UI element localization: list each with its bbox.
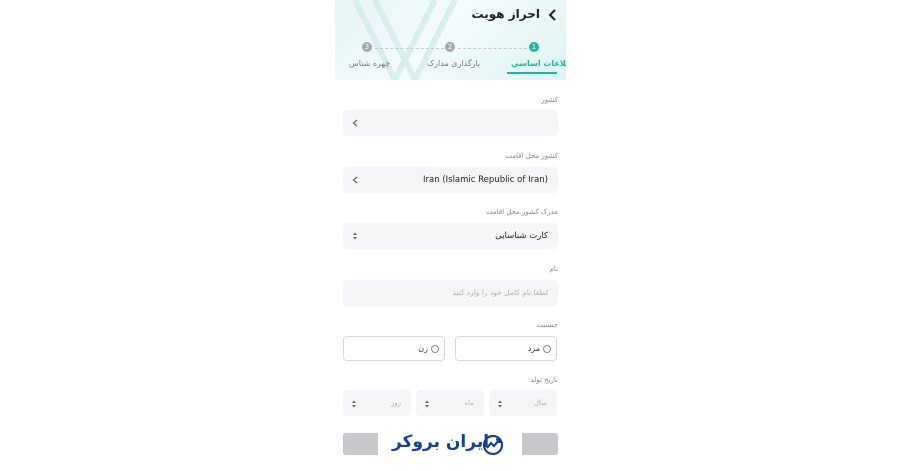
page-title: احراز هویت xyxy=(471,7,540,21)
chevron-left-icon xyxy=(352,119,358,127)
step-2-label: بارگذاری مدارک xyxy=(427,59,481,68)
name-placeholder: لطفا نام کامل خود را وارد کنید xyxy=(452,288,548,297)
residence-document-value: کارت شناسایی xyxy=(495,231,548,241)
phone-screen: احراز هویت 3 2 1 چهره شناس بارگذاری مدار… xyxy=(335,0,566,471)
step-2-dot: 2 xyxy=(445,42,455,52)
radio-circle-icon xyxy=(543,345,551,353)
residence-document-label: مدرک کشور محل اقامت xyxy=(486,208,558,216)
step-connector xyxy=(375,48,444,49)
birth-date-label: تاریخ تولد xyxy=(530,376,558,384)
sort-updown-icon xyxy=(498,400,502,408)
back-arrow-icon[interactable] xyxy=(548,9,558,21)
watermark-text: ایران بروکر xyxy=(392,432,490,452)
step-connector xyxy=(458,48,527,49)
birth-day-select[interactable]: روز xyxy=(343,390,411,416)
radio-circle-icon xyxy=(431,345,439,353)
gender-option-male[interactable]: مرد xyxy=(455,336,557,361)
sort-updown-icon xyxy=(352,400,356,408)
step-3-dot: 3 xyxy=(362,42,372,52)
residence-country-label: کشور محل اقامت xyxy=(505,152,558,160)
step-3-label: چهره شناس xyxy=(349,59,391,68)
residence-document-select[interactable]: کارت شناسایی xyxy=(343,223,558,249)
name-input[interactable]: لطفا نام کامل خود را وارد کنید xyxy=(343,280,558,306)
progress-stepper: 3 2 1 چهره شناس بارگذاری مدارک اطلاعات ا… xyxy=(335,42,566,72)
country-label: کشور xyxy=(541,96,558,104)
chevron-left-icon xyxy=(352,176,358,184)
birth-year-placeholder: سال xyxy=(533,399,547,407)
sort-updown-icon xyxy=(425,400,429,408)
country-select[interactable] xyxy=(343,110,558,136)
step-1-dot: 1 xyxy=(529,42,539,52)
birth-day-placeholder: روز xyxy=(390,399,401,407)
gender-male-label: مرد xyxy=(527,344,540,353)
sort-updown-icon xyxy=(353,232,357,240)
gender-label: جنسیت xyxy=(536,321,558,329)
residence-country-value: Iran (Islamic Republic of Iran) xyxy=(423,175,548,185)
chart-growth-icon xyxy=(482,434,504,456)
gender-option-female[interactable]: زن xyxy=(343,336,445,361)
gender-female-label: زن xyxy=(418,344,428,353)
birth-month-select[interactable]: ماه xyxy=(416,390,484,416)
active-step-indicator xyxy=(507,72,557,74)
name-label: نام xyxy=(549,265,558,273)
watermark-logo: ایران بروکر xyxy=(378,428,522,464)
birth-year-select[interactable]: سال xyxy=(489,390,557,416)
step-1-label: اطلاعات اساسی xyxy=(511,59,566,68)
birth-month-placeholder: ماه xyxy=(464,399,474,407)
residence-country-select[interactable]: Iran (Islamic Republic of Iran) xyxy=(343,167,558,193)
